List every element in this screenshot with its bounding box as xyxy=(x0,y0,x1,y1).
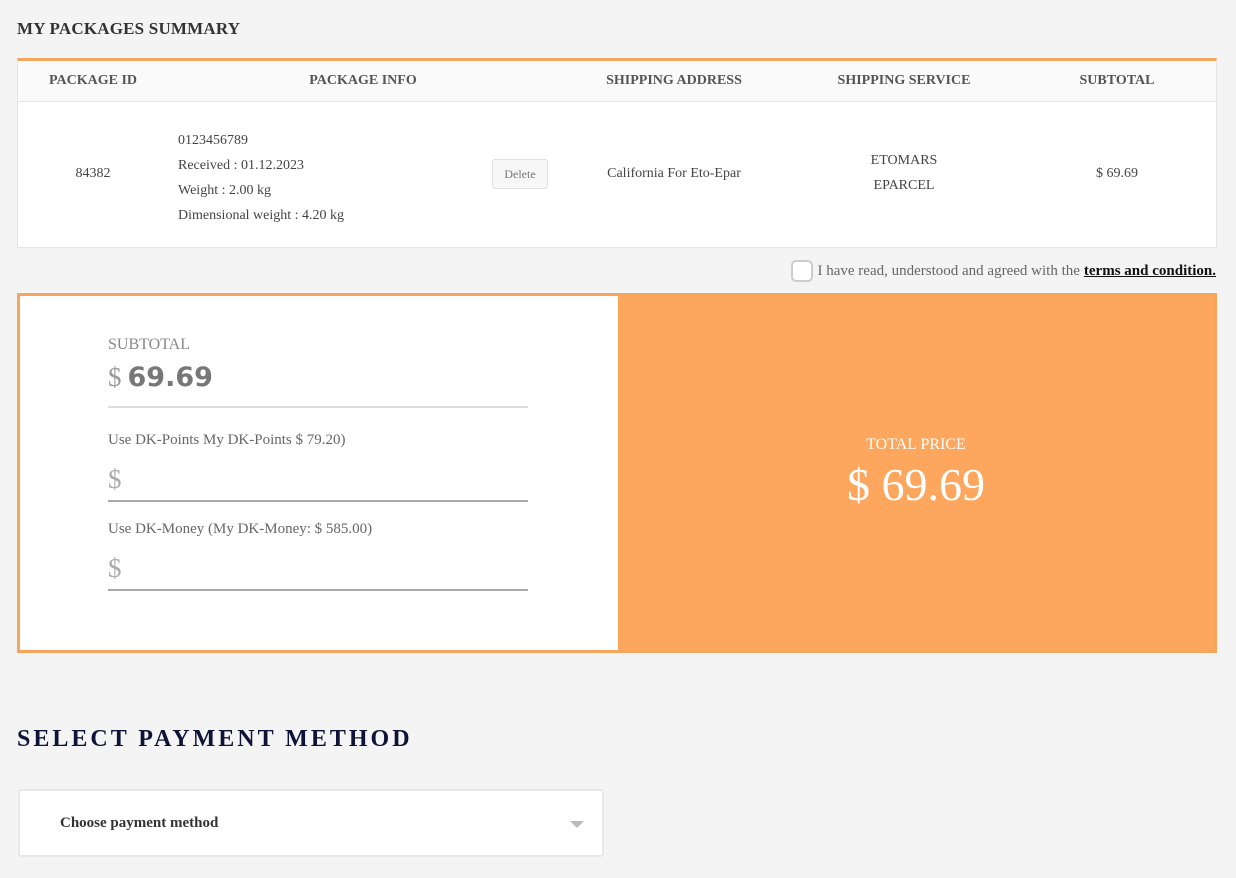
dk-points-field[interactable]: $ xyxy=(108,458,528,502)
total-price-panel: TOTAL PRICE $ 69.69 xyxy=(618,296,1214,650)
header-package-info: PACKAGE INFO xyxy=(309,73,417,88)
tracking-number: 0123456789 xyxy=(178,133,248,148)
header-package-id: PACKAGE ID xyxy=(48,73,138,88)
subtotal-value: $ 69.69 xyxy=(108,362,528,408)
packages-table: PACKAGE ID PACKAGE INFO SHIPPING ADDRESS… xyxy=(17,58,1217,248)
table-row: 84382 0123456789 Received : 01.12.2023 W… xyxy=(18,102,1216,247)
package-id: 84382 xyxy=(75,166,111,181)
currency-symbol: $ xyxy=(108,362,122,392)
subtotal-amount: 69.69 xyxy=(127,362,213,393)
dk-money-field[interactable]: $ xyxy=(108,547,528,591)
currency-symbol: $ xyxy=(108,463,122,494)
dk-points-input[interactable] xyxy=(127,458,528,500)
terms-text: I have read, understood and agreed with … xyxy=(817,262,1080,279)
chevron-down-icon xyxy=(570,821,584,828)
table-header: PACKAGE ID PACKAGE INFO SHIPPING ADDRESS… xyxy=(18,61,1216,102)
terms-agreement: I have read, understood and agreed with … xyxy=(790,260,1216,282)
service-carrier: ETOMARS xyxy=(870,153,938,168)
delete-button[interactable]: Delete xyxy=(492,159,548,189)
package-info: 0123456789 Received : 01.12.2023 Weight … xyxy=(178,128,344,228)
header-shipping-address: SHIPPING ADDRESS xyxy=(606,73,742,88)
row-subtotal: $ 69.69 xyxy=(1096,166,1138,181)
dk-money-label: Use DK-Money (My DK-Money: $ 585.00) xyxy=(108,521,373,537)
terms-link[interactable]: terms and condition. xyxy=(1084,263,1216,280)
subtotal-label: SUBTOTAL xyxy=(108,336,190,353)
payment-method-select[interactable]: Choose payment method xyxy=(18,789,604,857)
dk-points-label: Use DK-Points My DK-Points $ 79.20) xyxy=(108,432,346,448)
header-shipping-service: SHIPPING SERVICE xyxy=(837,73,971,88)
dimensional-weight: Dimensional weight : 4.20 kg xyxy=(178,208,345,223)
service-type: EPARCEL xyxy=(873,178,935,193)
header-subtotal: SUBTOTAL xyxy=(1079,73,1155,88)
shipping-service: ETOMARS EPARCEL xyxy=(871,148,938,198)
total-price-value: $ 69.69 xyxy=(847,459,985,510)
currency-symbol: $ xyxy=(108,552,122,583)
packages-summary-title: MY PACKAGES SUMMARY xyxy=(17,19,241,38)
price-breakdown: SUBTOTAL $ 69.69 Use DK-Points My DK-Poi… xyxy=(20,296,618,650)
total-price-label: TOTAL PRICE xyxy=(866,436,966,453)
payment-method-title: SELECT PAYMENT METHOD xyxy=(17,726,413,752)
price-box: SUBTOTAL $ 69.69 Use DK-Points My DK-Poi… xyxy=(17,293,1217,653)
shipping-address: California For Eto-Epar xyxy=(607,166,741,181)
payment-select-placeholder: Choose payment method xyxy=(60,815,219,831)
received-date: Received : 01.12.2023 xyxy=(178,158,304,173)
package-weight: Weight : 2.00 kg xyxy=(178,183,271,198)
checkbox-icon[interactable] xyxy=(790,260,813,282)
dk-money-input[interactable] xyxy=(127,547,528,589)
